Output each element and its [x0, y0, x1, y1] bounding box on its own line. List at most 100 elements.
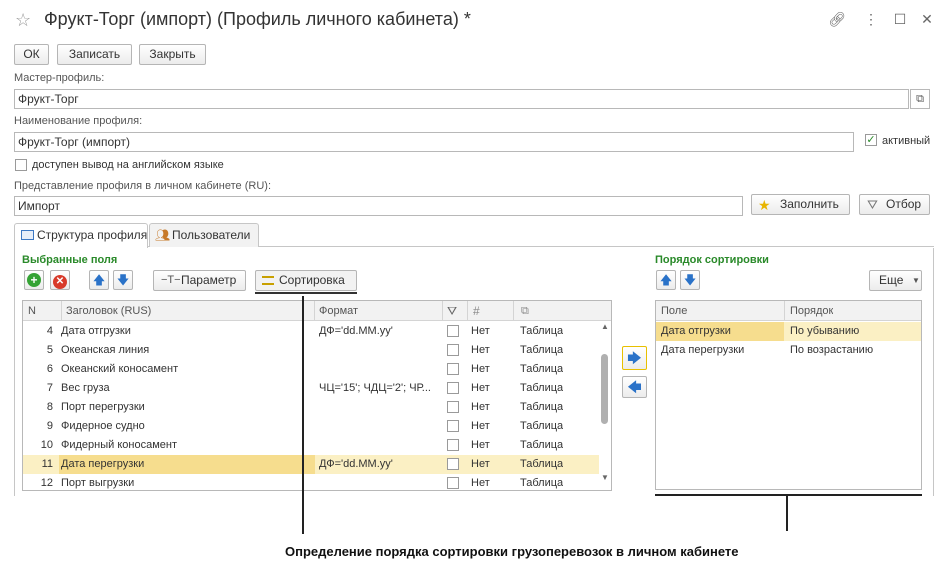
selected-fields-title: Выбранные поля — [22, 254, 118, 266]
table-row[interactable]: 6 Океанский коносамент Нет Таблица — [23, 360, 599, 379]
table-row[interactable]: 12 Порт выгрузки Нет Таблица — [23, 474, 599, 493]
table-row[interactable]: 10 Фидерный коносамент Нет Таблица — [23, 436, 599, 455]
fill-star-icon: ★ — [758, 197, 771, 213]
filter-button-label: Отбор — [886, 197, 922, 211]
arrow-down-icon: 🡇 — [116, 273, 130, 287]
table-row-selected[interactable]: 11 Дата перегрузки ДФ='dd.MM.yy' Нет Таб… — [23, 455, 599, 474]
chevron-down-icon: ▼ — [912, 276, 920, 285]
remove-from-sort-button[interactable]: 🡄 — [622, 376, 647, 398]
link-icon[interactable]: 🔗︎ — [828, 10, 846, 28]
star-icon[interactable]: ☆ — [15, 9, 31, 31]
parameter-button-label: Параметр — [181, 273, 237, 287]
arrow-down-icon: 🡇 — [683, 273, 697, 287]
add-button[interactable]: + — [24, 270, 44, 290]
structure-icon — [21, 230, 34, 240]
parameter-icon: −T− — [161, 274, 181, 286]
profile-view-label: Представление профиля в личном кабинете … — [14, 180, 271, 192]
row-checkbox[interactable] — [447, 439, 459, 451]
english-output-label: доступен вывод на английском языке — [32, 159, 224, 171]
delete-button[interactable]: ✕ — [50, 270, 70, 290]
tab-users[interactable]: 👥︎ Пользователи — [149, 223, 259, 247]
move-to-sort-button[interactable]: 🡆 — [622, 346, 647, 370]
window-title: Фрукт-Торг (импорт) (Профиль личного каб… — [44, 9, 471, 29]
active-label: активный — [882, 135, 931, 147]
sort-order-table[interactable]: Поле Порядок Дата отгрузки По убыванию Д… — [655, 300, 922, 490]
sort-row-selected[interactable]: Дата отгрузки По убыванию — [656, 322, 921, 341]
row-checkbox[interactable] — [447, 420, 459, 432]
sort-icon — [262, 276, 274, 285]
more-button[interactable]: Еще ▼ — [869, 270, 922, 291]
column-format[interactable]: Формат — [319, 301, 358, 321]
row-checkbox[interactable] — [447, 363, 459, 375]
caption: Определение порядка сортировки грузопере… — [285, 544, 739, 559]
scroll-thumb[interactable] — [601, 354, 608, 424]
active-checkbox[interactable]: ✓ — [865, 134, 877, 146]
grid-column-icon[interactable]: # — [473, 301, 480, 321]
sort-button-underline — [255, 292, 357, 294]
table-row[interactable]: 4 Дата отгрузки ДФ='dd.MM.yy' Нет Таблиц… — [23, 322, 599, 341]
row-checkbox[interactable] — [447, 458, 459, 470]
sort-order-title: Порядок сортировки — [655, 254, 769, 266]
table-row[interactable]: 5 Океанская линия Нет Таблица — [23, 341, 599, 360]
row-checkbox[interactable] — [447, 382, 459, 394]
column-n[interactable]: N — [28, 301, 36, 321]
row-checkbox[interactable] — [447, 325, 459, 337]
arrow-up-icon: 🡅 — [92, 273, 106, 287]
fill-button-label: Заполнить — [780, 197, 839, 211]
move-up-button[interactable]: 🡅 — [89, 270, 109, 290]
parameter-button[interactable]: −T− Параметр — [153, 270, 246, 291]
panel-left-edge — [14, 248, 15, 496]
column-order[interactable]: Порядок — [790, 301, 833, 321]
master-profile-field[interactable]: Фрукт-Торг — [14, 89, 909, 109]
column-header[interactable]: Заголовок (RUS) — [61, 301, 151, 321]
delete-icon: ✕ — [53, 275, 67, 289]
callout-line-right — [786, 495, 788, 531]
english-output-checkbox[interactable] — [15, 159, 27, 171]
maximize-icon[interactable]: ☐ — [891, 10, 909, 28]
arrow-right-icon: 🡆 — [627, 350, 642, 366]
scrollbar[interactable]: ▲ ▼ — [599, 322, 610, 487]
sort-row[interactable]: Дата перегрузки По возрастанию — [656, 341, 921, 360]
selected-fields-table[interactable]: N Заголовок (RUS) Формат ⛛ # ⧉ 4 Дата от… — [22, 300, 612, 491]
arrow-left-icon: 🡄 — [627, 379, 642, 395]
more-button-label: Еще — [879, 273, 904, 287]
table-header: N Заголовок (RUS) Формат ⛛ # ⧉ — [23, 301, 611, 321]
sort-move-up-button[interactable]: 🡅 — [656, 270, 676, 290]
save-button[interactable]: Записать — [57, 44, 132, 65]
panel-right-edge — [933, 248, 934, 496]
fill-button[interactable]: ★ Заполнить — [751, 194, 850, 215]
sort-table-header: Поле Порядок — [656, 301, 921, 321]
table-row[interactable]: 9 Фидерное судно Нет Таблица — [23, 417, 599, 436]
close-button[interactable]: Закрыть — [139, 44, 206, 65]
open-icon[interactable]: ⧉ — [910, 89, 930, 109]
filter-button[interactable]: ⛛ Отбор — [859, 194, 930, 215]
profile-name-field[interactable]: Фрукт-Торг (импорт) — [14, 132, 854, 152]
ok-button[interactable]: ОК — [14, 44, 49, 65]
move-down-button[interactable]: 🡇 — [113, 270, 133, 290]
scroll-down-icon[interactable]: ▼ — [601, 473, 609, 482]
add-icon: + — [27, 273, 41, 287]
callout-bracket-right — [655, 494, 922, 496]
column-field[interactable]: Поле — [661, 301, 687, 321]
row-checkbox[interactable] — [447, 401, 459, 413]
sort-button[interactable]: Сортировка — [255, 270, 357, 291]
sort-move-down-button[interactable]: 🡇 — [680, 270, 700, 290]
table-column-icon[interactable]: ⧉ — [521, 301, 529, 321]
more-icon[interactable]: ⋮ — [862, 10, 880, 28]
table-row[interactable]: 7 Вес груза ЧЦ='15'; ЧДЦ='2'; ЧР... Нет … — [23, 379, 599, 398]
profile-view-field[interactable]: Импорт — [14, 196, 743, 216]
profile-name-label: Наименование профиля: — [14, 115, 143, 127]
callout-line-left — [302, 296, 304, 534]
filter-column-icon[interactable]: ⛛ — [447, 301, 457, 321]
filter-icon: ⛛ — [867, 197, 878, 212]
master-profile-label: Мастер-профиль: — [14, 72, 105, 84]
users-icon: 👥︎ — [155, 228, 171, 242]
scroll-up-icon[interactable]: ▲ — [601, 322, 609, 331]
row-checkbox[interactable] — [447, 477, 459, 489]
tab-structure-label: Структура профиля — [37, 228, 148, 242]
table-row[interactable]: 8 Порт перегрузки Нет Таблица — [23, 398, 599, 417]
row-checkbox[interactable] — [447, 344, 459, 356]
close-icon[interactable]: ✕ — [918, 10, 936, 28]
arrow-up-icon: 🡅 — [659, 273, 673, 287]
tab-structure[interactable]: Структура профиля — [14, 223, 148, 248]
